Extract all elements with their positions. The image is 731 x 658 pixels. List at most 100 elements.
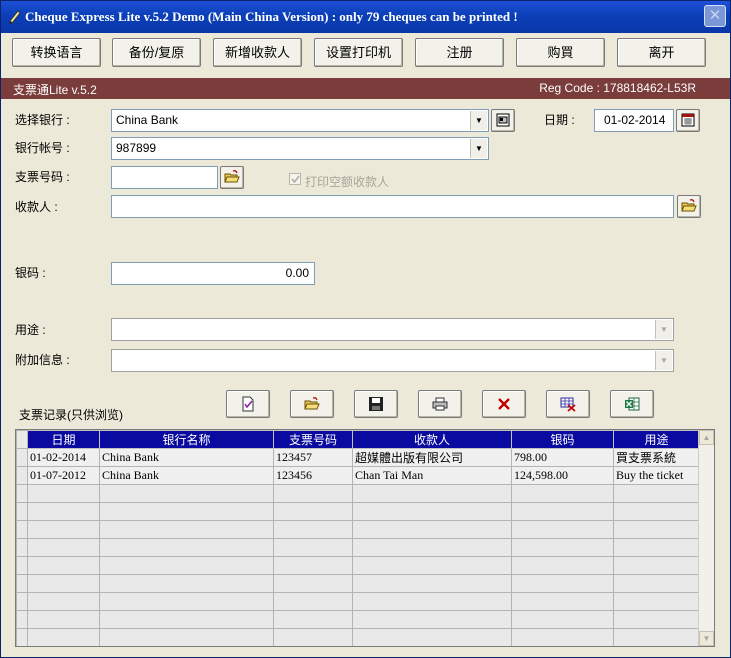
payee-field[interactable] [111,195,674,218]
cell-cheque-no[interactable]: 123457 [273,448,353,467]
empty-cell[interactable] [613,610,700,629]
table-row[interactable] [16,610,700,629]
table-row[interactable]: 01-02-2014 China Bank 123457 超媒體出版有限公司 7… [16,448,700,467]
scroll-down-icon[interactable]: ▼ [699,631,714,646]
cheque-number-field[interactable] [111,166,218,189]
cell-purpose[interactable]: 買支票系統 [613,448,700,467]
empty-cell[interactable] [99,520,274,539]
empty-cell[interactable] [273,538,353,557]
print-payee-checkbox[interactable] [289,173,301,185]
empty-cell[interactable] [613,556,700,575]
empty-cell[interactable] [99,538,274,557]
row-header[interactable] [16,502,28,521]
delete-record-button[interactable] [482,390,526,418]
purpose-combo[interactable]: ▼ [111,318,674,341]
empty-cell[interactable] [27,502,100,521]
cell-payee[interactable]: Chan Tai Man [352,466,512,485]
empty-cell[interactable] [511,520,614,539]
table-row[interactable] [16,484,700,503]
table-row[interactable] [16,520,700,539]
save-record-button[interactable] [354,390,398,418]
column-header-cheque-no[interactable]: 支票号码 [273,430,353,449]
cell-bank[interactable]: China Bank [99,466,274,485]
row-header[interactable] [16,574,28,593]
empty-cell[interactable] [613,520,700,539]
extra-info-combo[interactable]: ▼ [111,349,674,372]
empty-cell[interactable] [273,502,353,521]
empty-cell[interactable] [352,484,512,503]
cell-payee[interactable]: 超媒體出版有限公司 [352,448,512,467]
empty-cell[interactable] [99,574,274,593]
chevron-down-icon[interactable]: ▼ [470,139,487,158]
open-cheque-button[interactable] [220,166,244,189]
cell-cheque-no[interactable]: 123456 [273,466,353,485]
empty-cell[interactable] [27,592,100,611]
empty-cell[interactable] [511,502,614,521]
empty-cell[interactable] [27,574,100,593]
empty-cell[interactable] [352,610,512,629]
cell-date[interactable]: 01-07-2012 [27,466,100,485]
empty-cell[interactable] [352,592,512,611]
row-header[interactable] [16,628,28,646]
empty-cell[interactable] [273,520,353,539]
table-row[interactable] [16,502,700,521]
cell-amount[interactable]: 798.00 [511,448,614,467]
empty-cell[interactable] [99,610,274,629]
empty-cell[interactable] [273,574,353,593]
column-header-amount[interactable]: 银码 [511,430,614,449]
close-button[interactable]: ✕ [704,5,726,27]
empty-cell[interactable] [99,556,274,575]
amount-field[interactable]: 0.00 [111,262,315,285]
empty-cell[interactable] [613,628,700,646]
date-field[interactable]: 01-02-2014 [594,109,674,132]
empty-cell[interactable] [99,502,274,521]
empty-cell[interactable] [273,556,353,575]
switch-language-button[interactable]: 转换语言 [12,38,101,67]
empty-cell[interactable] [613,592,700,611]
scroll-up-icon[interactable]: ▲ [699,430,714,445]
print-record-button[interactable] [418,390,462,418]
column-header-date[interactable]: 日期 [27,430,100,449]
records-grid[interactable]: 日期 银行名称 支票号码 收款人 银码 用途 01-02-2014 China … [15,429,715,647]
empty-cell[interactable] [613,484,700,503]
empty-cell[interactable] [352,628,512,646]
empty-cell[interactable] [273,610,353,629]
chevron-down-icon[interactable]: ▼ [655,351,672,370]
table-row[interactable] [16,592,700,611]
empty-cell[interactable] [352,574,512,593]
bank-details-button[interactable] [491,109,515,132]
export-excel-button[interactable] [610,390,654,418]
empty-cell[interactable] [352,556,512,575]
backup-restore-button[interactable]: 备份/复原 [112,38,201,67]
table-row[interactable] [16,628,700,646]
exit-button[interactable]: 离开 [617,38,706,67]
empty-cell[interactable] [273,484,353,503]
empty-cell[interactable] [27,610,100,629]
grid-vertical-scrollbar[interactable]: ▲ ▼ [698,430,714,646]
cell-date[interactable]: 01-02-2014 [27,448,100,467]
empty-cell[interactable] [27,556,100,575]
row-header[interactable] [16,592,28,611]
chevron-down-icon[interactable]: ▼ [470,111,487,130]
bank-select[interactable]: China Bank ▼ [111,109,489,132]
column-header-bank[interactable]: 银行名称 [99,430,274,449]
cell-purpose[interactable]: Buy the ticket [613,466,700,485]
empty-cell[interactable] [613,574,700,593]
add-payee-button[interactable]: 新增收款人 [213,38,302,67]
empty-cell[interactable] [511,628,614,646]
empty-cell[interactable] [511,538,614,557]
calendar-button[interactable] [676,109,700,132]
cell-amount[interactable]: 124,598.00 [511,466,614,485]
row-header[interactable] [16,556,28,575]
row-header[interactable] [16,466,28,485]
row-header[interactable] [16,448,28,467]
column-header-purpose[interactable]: 用途 [613,430,700,449]
empty-cell[interactable] [613,538,700,557]
empty-cell[interactable] [511,484,614,503]
table-row[interactable] [16,556,700,575]
empty-cell[interactable] [352,502,512,521]
edit-record-button[interactable] [226,390,270,418]
table-row[interactable]: 01-07-2012 China Bank 123456 Chan Tai Ma… [16,466,700,485]
empty-cell[interactable] [352,520,512,539]
row-header[interactable] [16,484,28,503]
